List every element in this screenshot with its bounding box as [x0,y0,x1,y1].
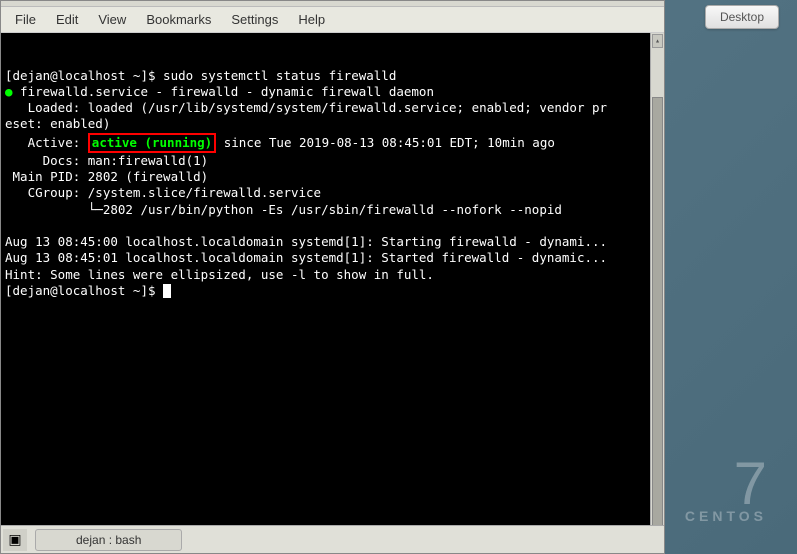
scroll-up-arrow[interactable]: ▴ [652,34,663,48]
hint-line: Hint: Some lines were ellipsized, use -l… [5,267,434,282]
cursor [163,284,171,298]
command: sudo systemctl status firewalld [163,68,396,83]
service-line: firewalld.service - firewalld - dynamic … [13,84,434,99]
loaded-line: Loaded: loaded (/usr/lib/systemd/system/… [5,100,607,115]
eset-line: eset: enabled) [5,116,110,131]
docs-line: Docs: man:firewalld(1) [5,153,208,168]
active-rest: since Tue 2019-08-13 08:45:01 EDT; 10min… [216,135,555,150]
log-line1: Aug 13 08:45:00 localhost.localdomain sy… [5,234,607,249]
taskbar: ▣ dejan : bash [1,525,664,553]
cgroup-line2: └─2802 /usr/bin/python -Es /usr/sbin/fir… [5,202,562,217]
cgroup-line: CGroup: /system.slice/firewalld.service [5,185,321,200]
active-label: Active: [5,135,88,150]
desktop-button-label: Desktop [720,10,764,24]
terminal-scrollbar[interactable]: ▴ [650,33,664,525]
menu-file[interactable]: File [5,9,46,30]
menu-view[interactable]: View [88,9,136,30]
log-line2: Aug 13 08:45:01 localhost.localdomain sy… [5,250,607,265]
menu-help[interactable]: Help [288,9,335,30]
terminal-window: File Edit View Bookmarks Settings Help [… [0,0,665,554]
centos-wallpaper-logo: 7 CENTOS [685,460,767,524]
active-status: active (running) [92,135,212,150]
menu-edit[interactable]: Edit [46,9,88,30]
menu-bookmarks[interactable]: Bookmarks [136,9,221,30]
active-status-highlight: active (running) [88,133,216,153]
centos-version: 7 [685,460,767,508]
desktop-folder-button[interactable]: Desktop [705,5,779,29]
centos-text: CENTOS [685,508,767,524]
menubar: File Edit View Bookmarks Settings Help [1,7,664,33]
prompt2: [dejan@localhost ~]$ [5,283,163,298]
mainpid-line: Main PID: 2802 (firewalld) [5,169,208,184]
status-bullet: ● [5,84,13,99]
terminal-content: [dejan@localhost ~]$ sudo systemctl stat… [5,68,660,300]
taskbar-launcher-icon[interactable]: ▣ [3,529,27,551]
taskbar-window-button[interactable]: dejan : bash [35,529,182,551]
prompt: [dejan@localhost ~]$ [5,68,163,83]
scroll-thumb[interactable] [652,97,663,525]
terminal-body[interactable]: [dejan@localhost ~]$ sudo systemctl stat… [1,33,664,525]
taskbar-button-label: dejan : bash [76,533,141,547]
menu-settings[interactable]: Settings [221,9,288,30]
